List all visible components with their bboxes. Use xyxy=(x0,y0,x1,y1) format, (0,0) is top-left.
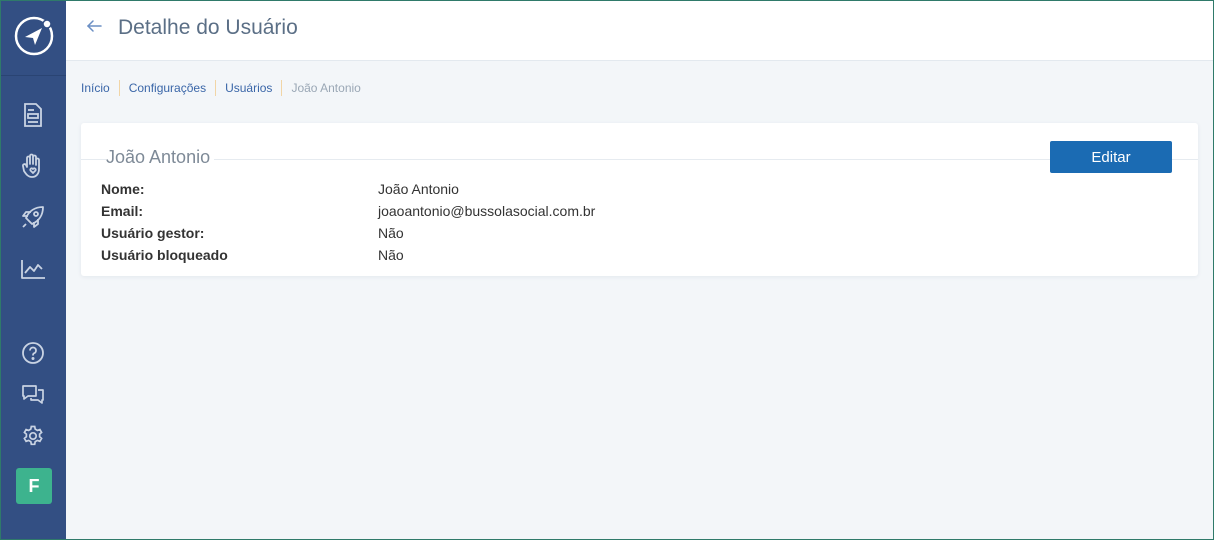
sidebar-item-reports[interactable] xyxy=(19,257,47,285)
breadcrumb-item-usuarios[interactable]: Usuários xyxy=(225,81,281,95)
field-value: joaoantonio@bussolasocial.com.br xyxy=(378,203,596,219)
field-value: Não xyxy=(378,247,404,263)
field-label: Nome: xyxy=(101,181,145,197)
breadcrumb-item-inicio[interactable]: Início xyxy=(81,81,119,95)
user-detail-card: João Antonio Editar Nome: João Antonio E… xyxy=(81,123,1198,276)
breadcrumb-item-configuracoes[interactable]: Configurações xyxy=(129,81,215,95)
chat-icon xyxy=(20,382,46,411)
field-label: Usuário bloqueado xyxy=(101,247,228,263)
hand-heart-icon xyxy=(21,153,45,184)
field-label: Email: xyxy=(101,203,144,219)
breadcrumb-separator xyxy=(118,80,120,96)
sidebar-item-settings[interactable] xyxy=(19,424,47,452)
breadcrumb-item-current: João Antonio xyxy=(291,81,361,95)
arrow-left-icon xyxy=(86,20,104,39)
sidebar: F xyxy=(1,1,66,539)
compass-logo-icon xyxy=(13,15,55,62)
back-button[interactable] xyxy=(86,17,106,37)
field-value: Não xyxy=(378,225,404,241)
sidebar-item-chat[interactable] xyxy=(19,382,47,410)
field-value: João Antonio xyxy=(378,181,459,197)
breadcrumb-separator xyxy=(281,80,283,96)
card-divider xyxy=(81,159,1198,160)
chart-line-icon xyxy=(20,258,46,285)
breadcrumb: Início Configurações Usuários João Anton… xyxy=(81,80,370,96)
field-label: Usuário gestor: xyxy=(101,225,205,241)
sidebar-item-help[interactable] xyxy=(19,341,47,369)
page-title: Detalhe do Usuário xyxy=(118,16,298,39)
card-title: João Antonio xyxy=(106,147,215,168)
help-icon xyxy=(21,341,45,370)
rocket-icon xyxy=(20,204,46,235)
sidebar-item-documents[interactable] xyxy=(19,102,47,133)
logo[interactable] xyxy=(1,1,66,76)
document-icon xyxy=(22,102,44,133)
avatar-letter: F xyxy=(28,475,40,496)
edit-button[interactable]: Editar xyxy=(1050,141,1172,173)
header: Detalhe do Usuário xyxy=(66,1,1213,61)
sidebar-item-social[interactable] xyxy=(19,153,47,184)
avatar[interactable]: F xyxy=(16,468,52,504)
gear-icon xyxy=(21,424,45,453)
breadcrumb-separator xyxy=(215,80,217,96)
sidebar-item-projects[interactable] xyxy=(19,205,47,233)
